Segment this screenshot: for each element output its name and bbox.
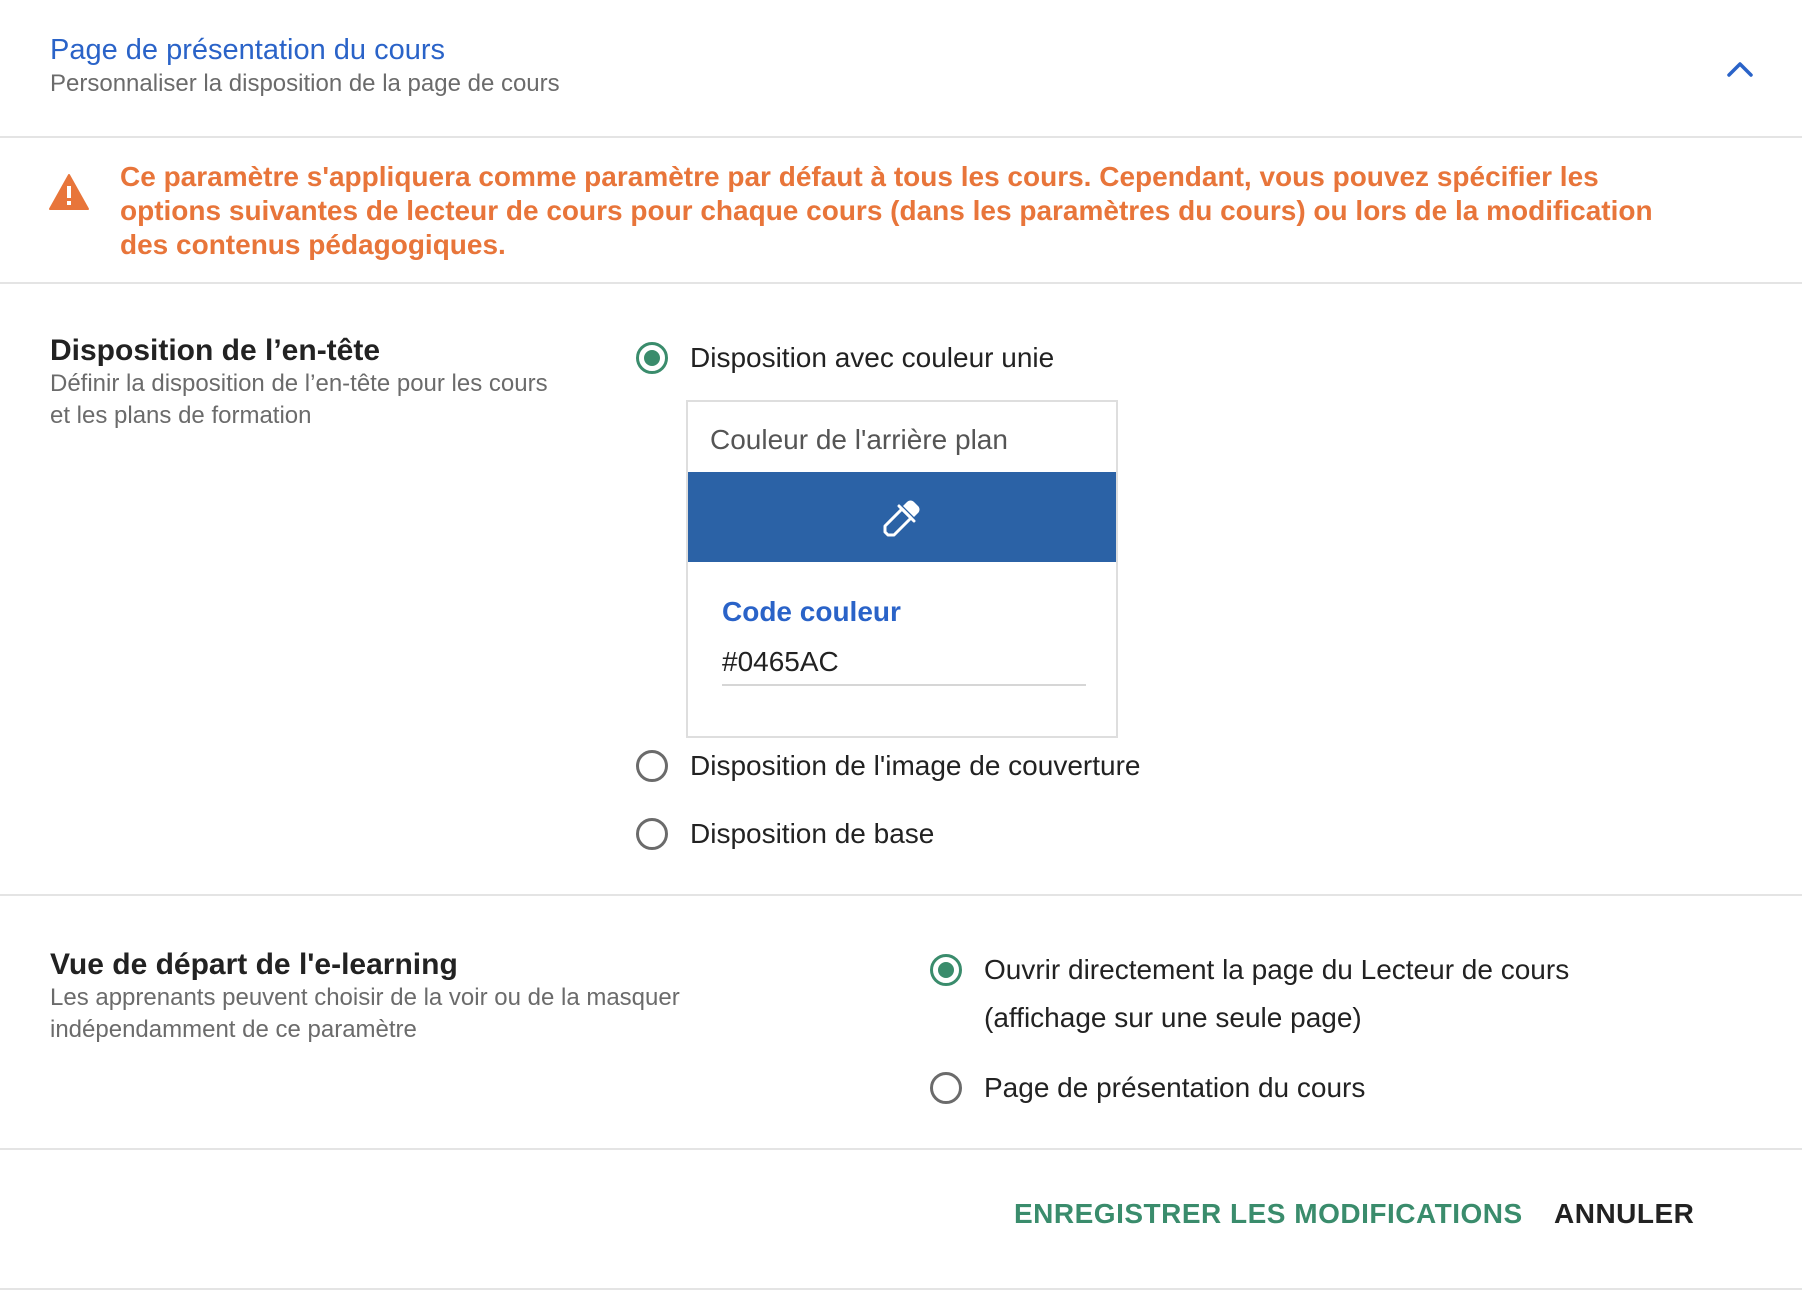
radio-button[interactable] <box>930 1072 962 1104</box>
background-color-card: Couleur de l'arrière plan Code couleur <box>686 400 1118 738</box>
chevron-up-icon[interactable] <box>1722 52 1758 88</box>
warning-triangle-icon <box>48 172 90 212</box>
panel-subtitle: Personnaliser la disposition de la page … <box>50 70 560 97</box>
elearning-view-description: Les apprenants peuvent choisir de la voi… <box>50 984 680 1043</box>
radio-label: Page de présentation du cours <box>984 1072 1366 1103</box>
radio-open-course-reader[interactable]: Ouvrir directement la page du Lecteur de… <box>930 946 1624 1042</box>
radio-label: Ouvrir directement la page du Lecteur de… <box>984 954 1570 1033</box>
color-code-label: Code couleur <box>722 596 901 627</box>
radio-cover-image-layout[interactable]: Disposition de l'image de couverture <box>636 742 1140 790</box>
color-card-title: Couleur de l'arrière plan <box>710 424 1008 455</box>
header-layout-title: Disposition de l’en-tête <box>50 334 381 367</box>
panel-header[interactable]: Page de présentation du cours Personnali… <box>0 0 1802 138</box>
radio-label: Disposition avec couleur unie <box>690 342 1055 373</box>
warning-text: Ce paramètre s'appliquera comme paramètr… <box>120 161 1653 260</box>
footer <box>0 1150 1802 1290</box>
radio-button[interactable] <box>636 818 668 850</box>
warning-banner: Ce paramètre s'appliquera comme paramètr… <box>0 138 1802 284</box>
cancel-button[interactable]: ANNULER <box>1554 1198 1694 1230</box>
radio-button[interactable] <box>636 750 668 782</box>
radio-solid-color-layout[interactable]: Disposition avec couleur unie <box>636 334 1054 382</box>
eyedropper-icon <box>883 500 920 537</box>
radio-label: Disposition de base <box>690 818 935 849</box>
radio-button-checked[interactable] <box>636 342 668 374</box>
save-changes-button[interactable]: ENREGISTRER LES MODIFICATIONS <box>1014 1198 1523 1230</box>
header-layout-description: Définir la disposition de l’en-tête pour… <box>50 370 548 429</box>
panel-title: Page de présentation du cours <box>50 34 445 66</box>
color-swatch[interactable] <box>688 472 1116 562</box>
radio-label: Disposition de l'image de couverture <box>690 750 1141 781</box>
radio-basic-layout[interactable]: Disposition de base <box>636 810 934 858</box>
elearning-view-title: Vue de départ de l'e-learning <box>50 948 458 981</box>
color-code-input[interactable] <box>722 640 1086 686</box>
radio-button-checked[interactable] <box>930 954 962 986</box>
radio-course-overview-page[interactable]: Page de présentation du cours <box>930 1064 1365 1112</box>
